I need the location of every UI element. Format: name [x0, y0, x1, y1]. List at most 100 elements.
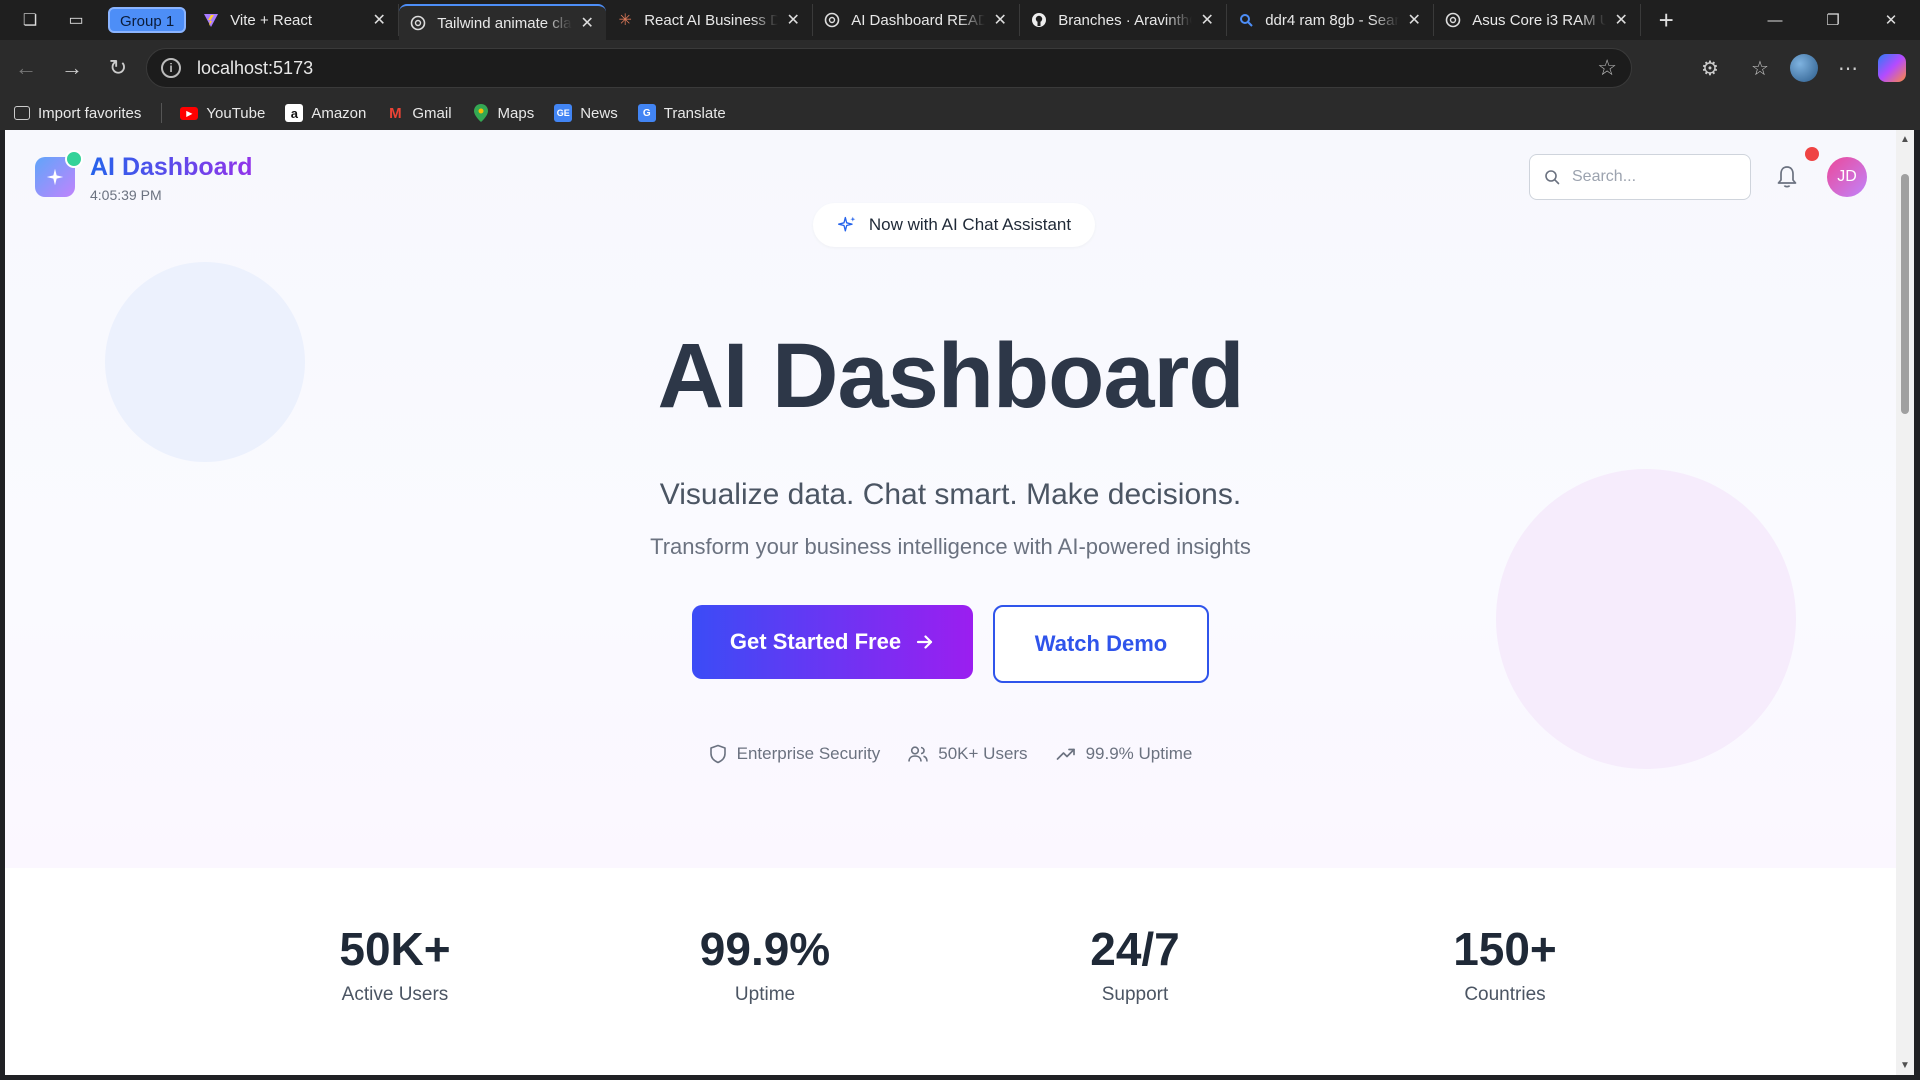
chatgpt-icon	[1444, 11, 1462, 29]
stat-value: 150+	[1453, 923, 1557, 975]
close-icon[interactable]: ✕	[1198, 10, 1216, 30]
page-scrollbar[interactable]: ▲ ▼	[1896, 130, 1914, 1075]
youtube-icon: ▶	[180, 106, 199, 120]
news-icon: GE	[554, 104, 573, 122]
extensions-icon[interactable]: ⚙	[1690, 48, 1730, 88]
restore-button[interactable]: ❐	[1804, 0, 1862, 40]
tab-title: AI Dashboard READ	[851, 11, 986, 29]
bell-icon[interactable]	[1775, 164, 1799, 190]
favorite-star-icon[interactable]: ☆	[1597, 55, 1617, 81]
tab-strip: Vite + React ✕ Tailwind animate cla ✕ ✳ …	[192, 0, 1642, 40]
window-controls: — ❐ ✕	[1746, 0, 1920, 40]
hero-section: AI Dashboard 4:05:39 PM JD Now with AI C…	[5, 130, 1896, 868]
close-window-button[interactable]: ✕	[1862, 0, 1920, 40]
watch-demo-button[interactable]: Watch Demo	[993, 605, 1209, 683]
scrollbar-thumb[interactable]	[1901, 174, 1909, 414]
vertical-tabs-icon[interactable]: ▭	[58, 2, 94, 38]
more-menu-icon[interactable]: ⋯	[1828, 48, 1868, 88]
bookmark-news[interactable]: GE News	[554, 104, 618, 122]
tab-react-ai-business[interactable]: ✳ React AI Business D ✕	[606, 4, 814, 36]
arrow-right-icon	[916, 635, 933, 649]
site-info-icon[interactable]: i	[161, 58, 181, 78]
scroll-up-arrow-icon[interactable]: ▲	[1896, 134, 1914, 145]
tab-vite-react[interactable]: Vite + React ✕	[192, 4, 400, 36]
vite-icon	[202, 11, 220, 29]
new-tab-button[interactable]: +	[1651, 5, 1681, 36]
url-text: localhost:5173	[197, 57, 314, 78]
back-button[interactable]: ←	[6, 48, 46, 88]
tab-title: ddr4 ram 8gb - Sear	[1265, 11, 1400, 29]
tab-tailwind[interactable]: Tailwind animate cla ✕	[399, 4, 607, 40]
chatgpt-icon	[823, 11, 841, 29]
tab-ai-dashboard-readme[interactable]: AI Dashboard READ ✕	[813, 4, 1021, 36]
feature-uptime: 99.9% Uptime	[1056, 744, 1193, 764]
tab-title: Tailwind animate cla	[437, 14, 572, 32]
tab-github-branches[interactable]: Branches · AravinthO ✕	[1020, 4, 1228, 36]
users-icon	[908, 746, 929, 762]
search-icon	[1545, 170, 1560, 185]
trending-up-icon	[1056, 748, 1075, 760]
brand-title[interactable]: AI Dashboard	[90, 153, 253, 182]
feature-label: 99.9% Uptime	[1085, 744, 1193, 763]
stat-support: 24/7 Support	[1035, 926, 1235, 1006]
bookmark-separator	[161, 103, 163, 123]
tab-group-label[interactable]: Group 1	[108, 7, 187, 33]
bookmark-label: Import favorites	[38, 104, 142, 122]
reload-button[interactable]: ↻	[98, 48, 138, 88]
stat-value: 50K+	[339, 923, 451, 975]
hero-subtagline: Transform your business intelligence wit…	[650, 534, 1251, 559]
hero-tagline: Visualize data. Chat smart. Make decisio…	[659, 478, 1242, 511]
hero-title: AI Dashboard	[657, 325, 1244, 427]
search-box[interactable]	[1529, 154, 1751, 200]
tab-ddr4-search[interactable]: ddr4 ram 8gb - Sear ✕	[1227, 4, 1435, 36]
url-bar[interactable]: i localhost:5173 ☆	[146, 48, 1632, 88]
bookmark-label: Amazon	[311, 104, 367, 122]
import-icon	[14, 106, 30, 120]
get-started-label: Get Started Free	[729, 629, 902, 654]
page-viewport: AI Dashboard 4:05:39 PM JD Now with AI C…	[5, 130, 1896, 1075]
close-icon[interactable]: ✕	[370, 10, 388, 30]
chatgpt-icon	[409, 14, 427, 32]
tab-title: Branches · AravinthO	[1058, 11, 1193, 29]
bookmark-label: News	[580, 104, 618, 122]
bookmark-maps[interactable]: Maps	[472, 104, 535, 122]
stat-value: 99.9%	[699, 923, 831, 975]
feature-label: Enterprise Security	[736, 744, 881, 763]
stat-label: Countries	[1464, 984, 1546, 1005]
feature-security: Enterprise Security	[709, 744, 881, 764]
close-icon[interactable]: ✕	[1405, 10, 1423, 30]
minimize-button[interactable]: —	[1746, 0, 1804, 40]
favorites-icon[interactable]: ☆	[1740, 48, 1780, 88]
bookmark-import-favorites[interactable]: Import favorites	[14, 105, 141, 122]
bookmark-youtube[interactable]: ▶ YouTube	[180, 105, 265, 122]
bookmark-label: Maps	[497, 104, 535, 122]
scroll-down-arrow-icon[interactable]: ▼	[1896, 1060, 1914, 1071]
address-bar-row: ← → ↻ i localhost:5173 ☆ ⚙ ☆ ⋯	[0, 40, 1920, 96]
notification-badge	[1805, 147, 1819, 161]
search-input[interactable]	[1572, 168, 1722, 186]
browser-toolbar: ⚙ ☆ ⋯	[1690, 40, 1906, 96]
workspaces-icon[interactable]: ❏	[12, 2, 48, 38]
feature-users: 50K+ Users	[908, 744, 1028, 764]
close-icon[interactable]: ✕	[784, 10, 802, 30]
close-icon[interactable]: ✕	[578, 13, 596, 33]
tab-asus-core-i3[interactable]: Asus Core i3 RAM U ✕	[1434, 4, 1642, 36]
tab-bar: ❏ ▭ Group 1 Vite + React ✕ Tailwind anim…	[0, 0, 1920, 40]
bookmark-gmail[interactable]: M Gmail	[386, 104, 451, 122]
close-icon[interactable]: ✕	[1612, 10, 1630, 30]
bookmark-translate[interactable]: G Translate	[637, 104, 726, 122]
close-icon[interactable]: ✕	[991, 10, 1009, 30]
profile-globe-icon[interactable]	[1790, 54, 1818, 82]
copilot-icon[interactable]	[1878, 54, 1906, 82]
bookmark-label: Translate	[663, 104, 726, 122]
gmail-icon: M	[389, 104, 402, 122]
feature-label: 50K+ Users	[938, 744, 1028, 763]
avatar[interactable]: JD	[1827, 157, 1867, 197]
stat-label: Uptime	[734, 984, 796, 1005]
feature-highlights: Enterprise Security 50K+ Users 99.9% Upt…	[5, 744, 1896, 764]
forward-button[interactable]: →	[52, 48, 92, 88]
get-started-button[interactable]: Get Started Free	[692, 605, 973, 679]
chip-label: Now with AI Chat Assistant	[868, 215, 1072, 234]
github-icon	[1030, 11, 1048, 29]
bookmark-amazon[interactable]: a Amazon	[285, 104, 366, 122]
